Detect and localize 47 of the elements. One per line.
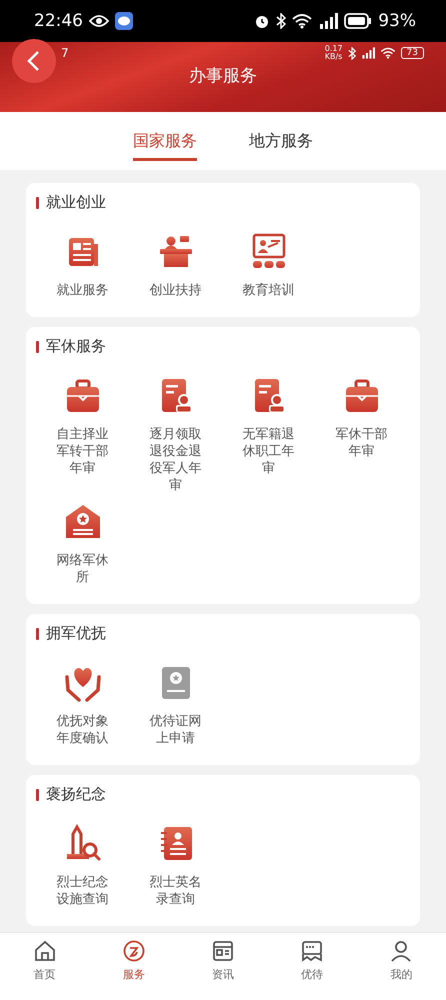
battery-percent: 93% xyxy=(378,11,416,31)
section-title: 拥军优抚 xyxy=(46,624,106,643)
alarm-icon xyxy=(254,13,270,29)
chat-app-icon xyxy=(115,12,133,30)
service-link[interactable]: 网络军休所 xyxy=(56,552,110,586)
section-title: 军休服务 xyxy=(46,337,106,356)
service-link[interactable]: 逐月领取退役金退役军人年审 xyxy=(148,426,202,494)
home-icon xyxy=(32,939,57,963)
chevron-left-icon xyxy=(26,50,42,72)
nav-tab[interactable]: 我的 xyxy=(356,933,446,1000)
ticket-icon xyxy=(300,939,324,963)
section-title: 褒扬纪念 xyxy=(46,785,106,804)
back-button[interactable] xyxy=(12,39,56,83)
nav-tab[interactable]: 优待 xyxy=(268,933,357,1000)
signal-icon xyxy=(360,47,375,59)
swirl-icon xyxy=(122,939,146,963)
page-title: 办事服务 xyxy=(188,65,258,87)
net-unit: KB/s xyxy=(324,53,343,61)
clock-fragment: 7 xyxy=(61,49,69,57)
wifi-icon xyxy=(380,47,396,59)
tab[interactable]: 地方服务 xyxy=(249,125,313,161)
nav-tab[interactable]: 服务 xyxy=(89,933,178,1000)
service-link[interactable]: 烈士英名录查询 xyxy=(148,874,202,908)
service-link[interactable]: 就业服务 xyxy=(56,282,110,299)
bluetooth-icon xyxy=(348,46,356,60)
nav-tab[interactable]: 资讯 xyxy=(178,933,268,1000)
service-link[interactable]: 创业扶持 xyxy=(148,282,202,299)
signal-icon xyxy=(318,13,338,29)
battery-indicator: 73 xyxy=(400,47,424,59)
service-link[interactable]: 优待证网上申请 xyxy=(148,713,202,747)
service-link[interactable]: 自主择业军转干部年审 xyxy=(56,426,110,477)
wifi-icon xyxy=(292,13,312,29)
bluetooth-icon xyxy=(276,13,286,29)
section-title: 就业创业 xyxy=(46,193,106,212)
net-speed: 0.17 xyxy=(324,45,343,53)
service-link[interactable]: 优抚对象年度确认 xyxy=(56,713,110,747)
tab[interactable]: 国家服务 xyxy=(133,125,197,161)
service-link[interactable]: 教育培训 xyxy=(242,282,296,299)
battery-icon xyxy=(344,13,372,29)
person-icon xyxy=(389,939,414,963)
status-time: 22:46 xyxy=(34,11,83,31)
news-icon xyxy=(211,939,235,963)
service-link[interactable]: 无军籍退休职工年审 xyxy=(242,426,296,477)
service-link[interactable]: 军休干部年审 xyxy=(334,426,388,460)
service-link[interactable]: 烈士纪念设施查询 xyxy=(56,874,110,908)
nav-tab[interactable]: 首页 xyxy=(0,933,90,1000)
eye-icon xyxy=(89,14,109,28)
